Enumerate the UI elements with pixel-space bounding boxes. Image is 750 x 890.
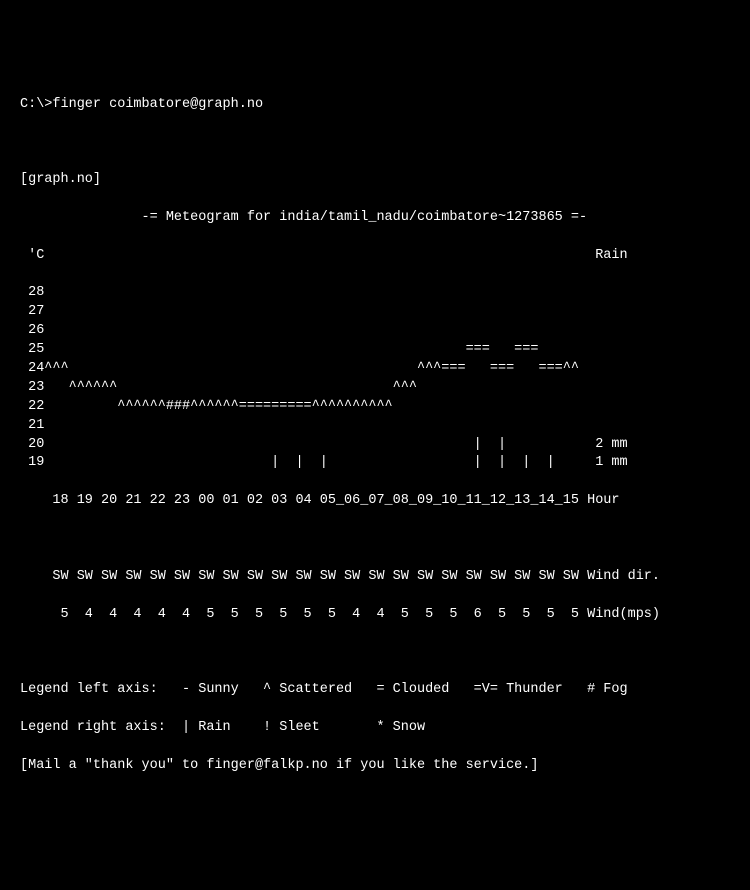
axis-header: 'C Rain bbox=[20, 247, 730, 266]
chart-row-20: 20 | | 2 mm bbox=[20, 436, 730, 455]
hour-axis: 18 19 20 21 22 23 00 01 02 03 04 05_06_0… bbox=[20, 492, 730, 511]
host-header: [graph.no] bbox=[20, 171, 730, 190]
chart-row-24: 24^^^ ^^^=== === ===^^ bbox=[20, 360, 730, 379]
wind-direction-row: SW SW SW SW SW SW SW SW SW SW SW SW SW S… bbox=[20, 568, 730, 587]
chart-row-28: 28 bbox=[20, 284, 730, 303]
chart-row-25: 25 === === bbox=[20, 341, 730, 360]
meteogram-title: -= Meteogram for india/tamil_nadu/coimba… bbox=[20, 209, 730, 228]
chart-row-23: 23 ^^^^^^ ^^^ bbox=[20, 379, 730, 398]
command-prompt: C:\>finger coimbatore@graph.no bbox=[20, 96, 730, 115]
blank-line-2 bbox=[20, 530, 730, 549]
chart-row-21: 21 bbox=[20, 417, 730, 436]
meteogram-chart: 28 27 26 bbox=[20, 284, 730, 473]
legend-left-axis: Legend left axis: - Sunny ^ Scattered = … bbox=[20, 681, 730, 700]
legend-right-axis: Legend right axis: | Rain ! Sleet * Snow bbox=[20, 719, 730, 738]
chart-row-27: 27 bbox=[20, 303, 730, 322]
chart-row-22: 22 ^^^^^^###^^^^^^=========^^^^^^^^^^ bbox=[20, 398, 730, 417]
footer-message: [Mail a "thank you" to finger@falkp.no i… bbox=[20, 757, 730, 776]
wind-speed-row: 5 4 4 4 4 4 5 5 5 5 5 5 4 4 5 5 5 6 5 5 … bbox=[20, 606, 730, 625]
chart-row-19: 19 | | | | | | | 1 mm bbox=[20, 454, 730, 473]
blank-line-3 bbox=[20, 643, 730, 662]
chart-row-26: 26 bbox=[20, 322, 730, 341]
blank-line bbox=[20, 133, 730, 152]
